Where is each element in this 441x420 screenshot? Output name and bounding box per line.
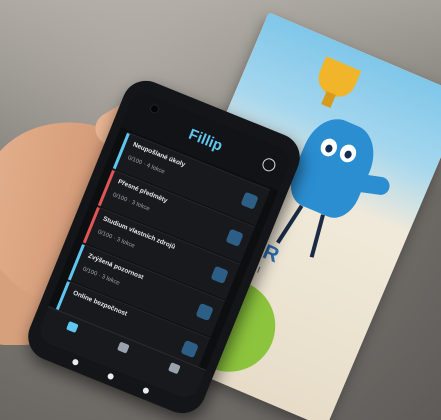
camera-icon — [148, 103, 161, 115]
card-accent — [112, 132, 130, 170]
back-icon[interactable] — [71, 358, 80, 367]
home-button-icon[interactable] — [106, 372, 115, 381]
lesson-icon — [240, 191, 259, 210]
photo-background: POHÁR SAMOTNOSTI Fillip Neupošlané úkoly… — [0, 0, 441, 420]
lesson-icon — [210, 265, 229, 284]
card-accent — [82, 207, 100, 244]
lesson-icon — [180, 339, 199, 359]
book-icon — [117, 341, 130, 354]
card-accent — [97, 169, 115, 207]
profile-icon — [168, 362, 181, 375]
recents-icon[interactable] — [141, 386, 150, 395]
mascot-leg-right — [309, 214, 325, 258]
lesson-icon — [195, 302, 214, 322]
app-title: Fillip — [186, 125, 225, 155]
mascot-leg-left — [276, 204, 304, 244]
card-accent — [67, 244, 85, 281]
help-icon[interactable] — [260, 156, 278, 174]
lesson-icon — [225, 228, 244, 247]
home-icon — [66, 320, 79, 334]
